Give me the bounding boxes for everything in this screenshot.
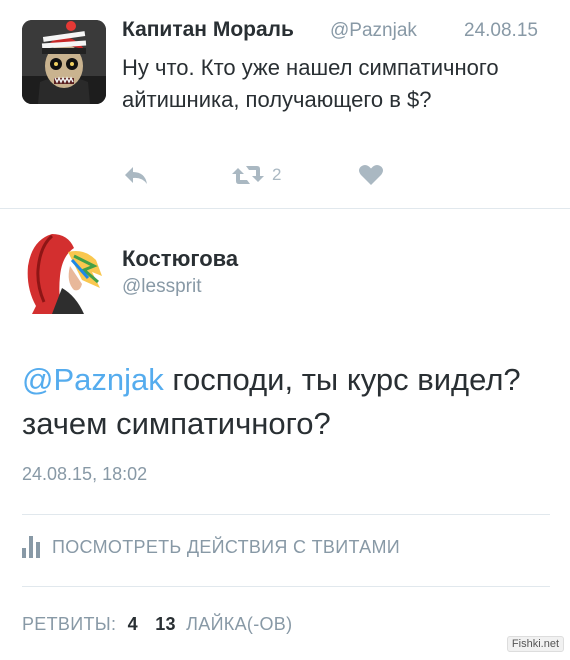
reply-button[interactable] [122, 160, 150, 190]
like-button[interactable] [358, 160, 384, 190]
tweet-text: Ну что. Кто уже нашел симпатичного айтиш… [122, 55, 499, 112]
tweet-activity-label: ПОСМОТРЕТЬ ДЕЙСТВИЯ С ТВИТАМИ [52, 536, 400, 557]
author-handle[interactable]: @Paznjak [330, 20, 417, 42]
bar-chart-icon [22, 536, 40, 558]
reply-author-avatar[interactable] [22, 226, 106, 314]
watermark: Fishki.net [506, 636, 564, 652]
parent-tweet[interactable]: Капитан Мораль @Paznjak 24.08.15 Ну что.… [0, 0, 570, 208]
retweet-count: 2 [272, 165, 282, 184]
mention-link[interactable]: @Paznjak [22, 362, 164, 397]
retweet-button[interactable]: 2 [230, 160, 281, 190]
avatar-zombie-waldo-image [22, 20, 106, 104]
author-name[interactable]: Капитан Мораль [122, 18, 294, 42]
retweets-label: РЕТВИТЫ: [22, 614, 117, 634]
retweet-icon [232, 166, 264, 184]
reply-timestamp[interactable]: 24.08.15, 18:02 [22, 464, 147, 485]
retweets-count[interactable]: 4 [128, 614, 138, 634]
author-avatar[interactable] [22, 20, 106, 104]
likes-label: ЛАЙКА(-ОВ) [186, 614, 293, 634]
divider [22, 514, 550, 515]
tweet-actions: 2 [122, 160, 542, 190]
likes-count[interactable]: 13 [155, 614, 176, 634]
tweet-stats: РЕТВИТЫ: 4 13 ЛАЙКА(-ОВ) [22, 614, 292, 635]
tweet-activity-link[interactable]: ПОСМОТРЕТЬ ДЕЙСТВИЯ С ТВИТАМИ [22, 536, 400, 558]
reply-author-handle[interactable]: @lessprit [122, 276, 201, 298]
heart-icon [359, 165, 383, 185]
tweet-date[interactable]: 24.08.15 [464, 20, 538, 42]
divider [22, 586, 550, 587]
reply-icon [125, 167, 147, 184]
reply-author-name[interactable]: Костюгова [122, 246, 238, 272]
avatar-redhead-image [22, 226, 106, 314]
tweet-divider [0, 208, 570, 209]
reply-tweet-text: @Paznjak господи, ты курс видел? зачем с… [22, 358, 552, 446]
